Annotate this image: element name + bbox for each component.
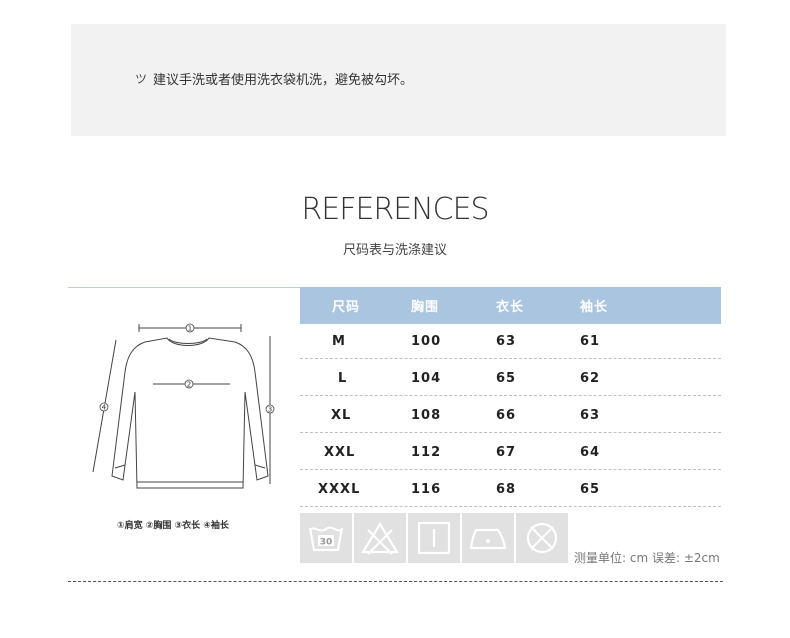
page-title: REFERENCES <box>301 192 489 227</box>
marker-2: 2 <box>187 381 191 389</box>
shirt-diagram: 1 2 3 4 <box>92 323 275 489</box>
wash-30-icon: 30 <box>300 513 352 563</box>
bottom-divider <box>68 581 723 582</box>
marker-3: 3 <box>268 406 272 414</box>
header-chest: 胸围 <box>411 300 440 315</box>
care-icons: 30 <box>300 513 568 563</box>
cell-sleeve: 65 <box>580 481 601 497</box>
table-row: L 104 65 62 <box>300 361 721 396</box>
wash-notice-text: 建议手洗或者使用洗衣袋机洗，避免被勾坏。 <box>153 73 414 88</box>
cell-chest: 112 <box>411 444 442 460</box>
header-size: 尺码 <box>332 300 361 315</box>
table-row: XXXL 116 68 65 <box>300 472 721 507</box>
size-table: 尺码 胸围 衣长 袖长 M 100 63 61 L 104 65 62 XL 1… <box>300 287 721 509</box>
divider-line <box>68 287 300 288</box>
cell-length: 63 <box>496 333 517 349</box>
header-length: 衣长 <box>496 300 525 315</box>
marker-1: 1 <box>188 325 192 333</box>
cell-chest: 100 <box>411 333 442 349</box>
table-row: M 100 63 61 <box>300 324 721 359</box>
unit-note: 测量单位: cm 误差: ±2cm <box>574 551 720 565</box>
cell-size: XXL <box>324 444 356 460</box>
iron-icon <box>462 513 514 563</box>
cell-sleeve: 62 <box>580 370 601 386</box>
cell-length: 66 <box>496 407 517 423</box>
table-row: XL 108 66 63 <box>300 398 721 433</box>
no-dryclean-icon <box>516 513 568 563</box>
cell-chest: 104 <box>411 370 442 386</box>
cell-chest: 108 <box>411 407 442 423</box>
no-bleach-icon <box>354 513 406 563</box>
cell-sleeve: 63 <box>580 407 601 423</box>
drip-dry-icon <box>408 513 460 563</box>
cell-size: XL <box>331 407 352 423</box>
table-row: XXL 112 67 64 <box>300 435 721 470</box>
header-sleeve: 袖长 <box>580 300 609 315</box>
cell-size: XXXL <box>318 481 361 497</box>
cell-size: M <box>332 333 346 349</box>
wash-notice-panel: ツ 建议手洗或者使用洗衣袋机洗，避免被勾坏。 <box>71 24 726 136</box>
wash-temp-label: 30 <box>320 538 333 548</box>
cell-size: L <box>338 370 348 386</box>
cell-length: 65 <box>496 370 517 386</box>
cell-chest: 116 <box>411 481 442 497</box>
fire-icon: ツ <box>135 72 148 86</box>
size-table-header: 尺码 胸围 衣长 袖长 <box>300 287 721 324</box>
cell-sleeve: 61 <box>580 333 601 349</box>
diagram-legend: ①肩宽 ②胸围 ③衣长 ④袖长 <box>117 521 229 531</box>
cell-length: 67 <box>496 444 517 460</box>
wash-notice: ツ 建议手洗或者使用洗衣袋机洗，避免被勾坏。 <box>135 69 413 88</box>
cell-length: 68 <box>496 481 517 497</box>
marker-4: 4 <box>102 404 107 412</box>
cell-sleeve: 64 <box>580 444 601 460</box>
page-subtitle: 尺码表与洗涤建议 <box>342 243 447 258</box>
